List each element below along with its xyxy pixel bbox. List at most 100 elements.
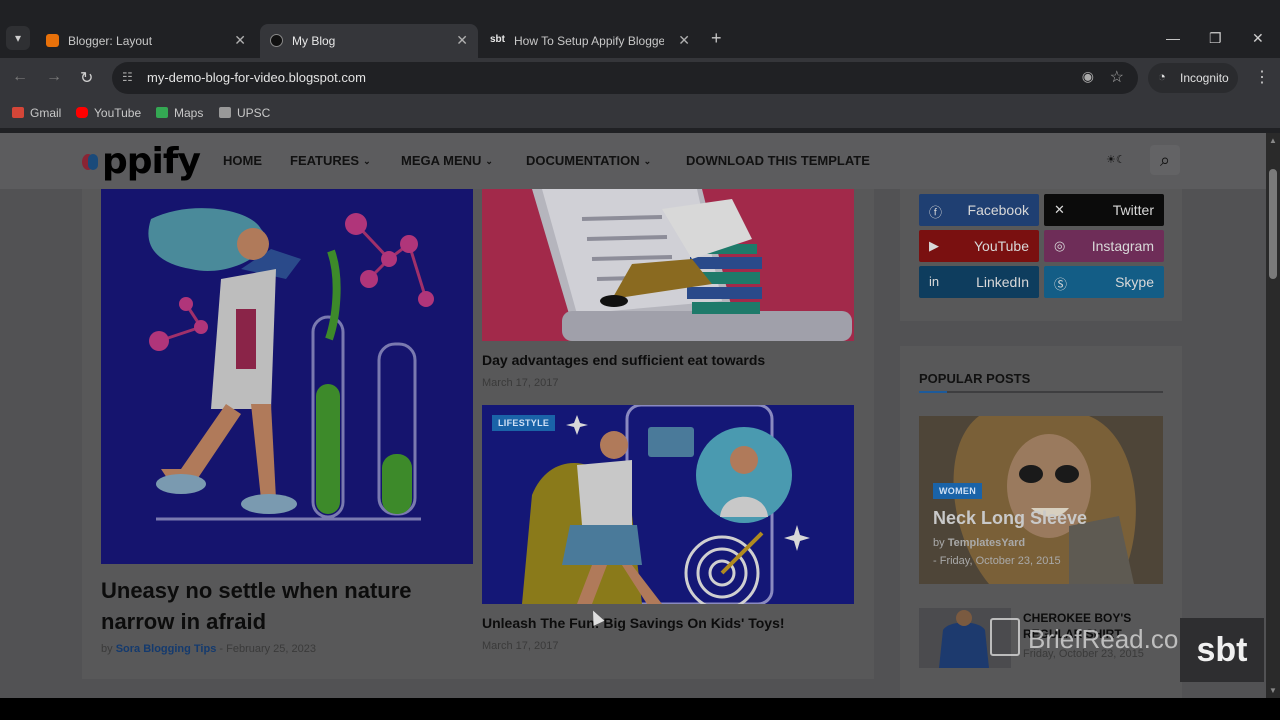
site-info-icon[interactable]: ☷: [122, 70, 136, 84]
youtube-icon: ▶: [929, 238, 939, 253]
post-date: March 17, 2017: [482, 377, 559, 389]
post-meta-main: by Sora Blogging Tips - February 25, 202…: [101, 643, 316, 655]
eye-off-icon[interactable]: ◉: [1082, 68, 1094, 85]
post-image-reading[interactable]: [482, 189, 854, 341]
instagram-icon: ◎: [1054, 238, 1066, 253]
bottom-bar: [0, 698, 1280, 720]
social-label: Skype: [1115, 274, 1154, 290]
author-name[interactable]: TemplatesYard: [948, 537, 1025, 549]
dark-mode-toggle[interactable]: ☀☾: [1106, 153, 1126, 166]
post-image-kids-toys[interactable]: LIFESTYLE: [482, 405, 854, 604]
scroll-thumb[interactable]: [1269, 169, 1277, 279]
close-tab-icon[interactable]: ✕: [678, 32, 690, 49]
bookmark-star-icon[interactable]: ☆: [1110, 67, 1124, 87]
scroll-up-icon[interactable]: ▲: [1269, 136, 1277, 145]
more-menu-icon[interactable]: ⋮: [1254, 67, 1270, 87]
skype-icon: Ⓢ: [1054, 277, 1068, 292]
bookmark-label: UPSC: [237, 106, 271, 120]
web-page: ppify HOME FEATURES ⌄ MEGA MENU ⌄ DOCUMENT…: [0, 133, 1266, 698]
site-logo[interactable]: ppify: [82, 141, 201, 182]
bookmark-label: YouTube: [94, 106, 142, 120]
by-label: by: [101, 643, 113, 655]
popular-feature-author: by TemplatesYard: [933, 537, 1025, 549]
back-icon[interactable]: ←: [12, 68, 28, 86]
menu-label: DOWNLOAD THIS TEMPLATE: [686, 153, 870, 168]
bookmark-youtube[interactable]: YouTube: [76, 106, 141, 120]
social-instagram-button[interactable]: ◎ Instagram: [1044, 230, 1164, 262]
search-button[interactable]: ⌕: [1150, 145, 1180, 175]
post-date: - February 25, 2023: [219, 643, 317, 655]
forward-icon[interactable]: →: [46, 68, 62, 86]
tab-title: Blogger: Layout: [68, 34, 153, 48]
social-label: Instagram: [1091, 238, 1154, 254]
social-widget: ⓕ Facebook ✕ Twitter ▶ YouTube ◎ Instagr…: [900, 189, 1182, 321]
scroll-down-icon[interactable]: ▼: [1269, 686, 1277, 695]
bookmark-upsc[interactable]: UPSC: [219, 106, 270, 120]
browser-chrome: ▾ Blogger: Layout ✕ My Blog ✕ sbt How To…: [0, 0, 1280, 133]
incognito-badge[interactable]: ◔ Incognito: [1148, 63, 1238, 93]
tab-my-blog[interactable]: My Blog ✕: [260, 24, 478, 58]
tab-blogger-layout[interactable]: Blogger: Layout ✕: [36, 24, 256, 58]
post-title-main[interactable]: Uneasy no settle when nature narrow in a…: [101, 575, 473, 637]
incognito-label: Incognito: [1180, 71, 1229, 85]
popular-feature-title[interactable]: Neck Long Sleeve: [933, 508, 1087, 529]
facebook-icon: ⓕ: [929, 205, 943, 220]
tab-appify-setup[interactable]: sbt How To Setup Appify Blogger T ✕: [482, 24, 700, 58]
watermark-text: BriefRead.com: [1028, 624, 1200, 654]
post-title-side-1[interactable]: Day advantages end sufficient eat toward…: [482, 352, 765, 368]
menu-download-template[interactable]: DOWNLOAD THIS TEMPLATE: [686, 153, 870, 168]
page-scrollbar[interactable]: ▲ ▼: [1266, 133, 1280, 698]
logo-mark-icon: [82, 154, 98, 170]
bookmark-gmail[interactable]: Gmail: [12, 106, 61, 120]
social-youtube-button[interactable]: ▶ YouTube: [919, 230, 1039, 262]
tab-title: My Blog: [292, 34, 336, 48]
bookmark-label: Gmail: [30, 106, 62, 120]
watermark-sbt-logo: sbt: [1180, 618, 1264, 682]
youtube-icon: [76, 107, 88, 118]
social-label: YouTube: [973, 238, 1029, 254]
by-label: by: [933, 537, 945, 549]
gmail-icon: [12, 107, 24, 118]
restore-icon[interactable]: ❐: [1209, 30, 1222, 47]
post-author-link[interactable]: Sora Blogging Tips: [116, 643, 217, 655]
widget-title: POPULAR POSTS: [919, 371, 1031, 386]
bookmarks-bar: Gmail YouTube Maps UPSC: [0, 98, 1280, 128]
chevron-down-icon: ⌄: [643, 156, 652, 166]
linkedin-icon: in: [929, 274, 940, 289]
tab-search-button[interactable]: ▾: [6, 26, 30, 50]
menu-label: HOME: [223, 153, 262, 168]
reload-icon[interactable]: ↻: [80, 68, 93, 88]
blog-icon: [270, 34, 283, 47]
category-tag[interactable]: LIFESTYLE: [492, 415, 556, 431]
widget-title-underline: [919, 391, 1163, 393]
social-twitter-button[interactable]: ✕ Twitter: [1044, 194, 1164, 226]
close-window-icon[interactable]: ✕: [1252, 30, 1264, 47]
close-tab-icon[interactable]: ✕: [456, 32, 468, 49]
social-linkedin-button[interactable]: in LinkedIn: [919, 266, 1039, 298]
close-tab-icon[interactable]: ✕: [234, 32, 246, 49]
menu-mega-menu[interactable]: MEGA MENU ⌄: [401, 153, 493, 168]
document-check-icon: [990, 618, 1020, 656]
maps-icon: [156, 107, 168, 118]
menu-home[interactable]: HOME: [223, 153, 262, 168]
menu-documentation[interactable]: DOCUMENTATION ⌄: [526, 153, 651, 168]
url-text[interactable]: my-demo-blog-for-video.blogspot.com: [147, 70, 366, 85]
menu-features[interactable]: FEATURES ⌄: [290, 153, 371, 168]
minimize-icon[interactable]: —: [1166, 30, 1180, 46]
reading-illustration: [482, 189, 854, 341]
popular-feature-post[interactable]: WOMEN Neck Long Sleeve by TemplatesYard …: [919, 416, 1163, 584]
new-tab-icon[interactable]: +: [711, 28, 722, 49]
social-skype-button[interactable]: Ⓢ Skype: [1044, 266, 1164, 298]
category-tag[interactable]: WOMEN: [933, 483, 982, 499]
social-facebook-button[interactable]: ⓕ Facebook: [919, 194, 1039, 226]
social-label: Facebook: [967, 202, 1029, 218]
post-image-scientist[interactable]: [101, 189, 473, 564]
tab-strip: ▾ Blogger: Layout ✕ My Blog ✕ sbt How To…: [0, 22, 1280, 58]
address-bar[interactable]: ☷ my-demo-blog-for-video.blogspot.com ◉ …: [112, 62, 1138, 94]
x-twitter-icon: ✕: [1054, 202, 1065, 217]
chevron-down-icon: ⌄: [363, 156, 371, 166]
post-date: - Friday, October 23, 2015: [933, 555, 1061, 567]
menu-label: FEATURES: [290, 153, 360, 168]
bookmark-maps[interactable]: Maps: [156, 106, 203, 120]
post-title-side-2[interactable]: Unleash The Fun: Big Savings On Kids' To…: [482, 615, 785, 631]
